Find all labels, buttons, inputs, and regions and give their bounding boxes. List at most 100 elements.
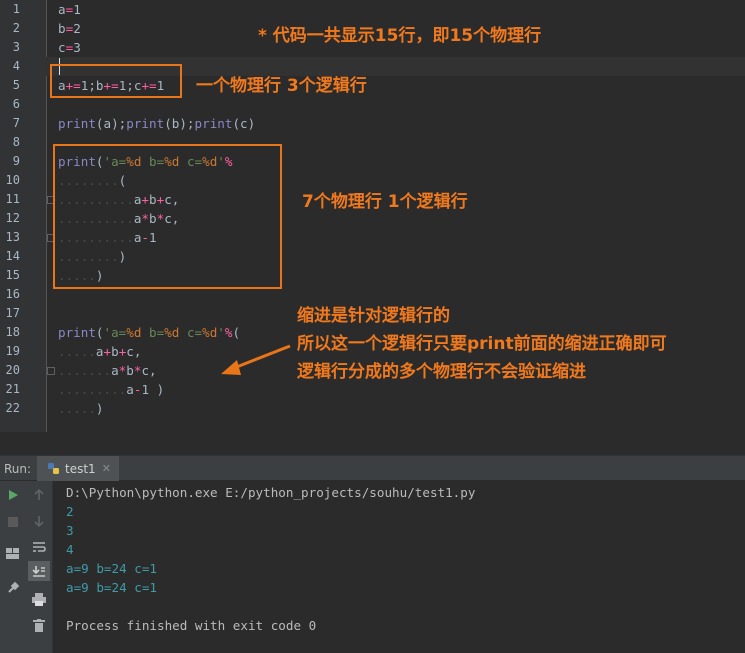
code-line[interactable]: .........a-1 ) — [58, 380, 164, 399]
line-number: 6 — [12, 97, 20, 111]
code-token: (c) — [232, 116, 256, 131]
run-label: Run: — [4, 462, 32, 476]
line-number: 18 — [5, 325, 20, 339]
code-line[interactable]: print(a);print(b);print(c) — [58, 114, 255, 133]
annotation-top: * 代码一共显示15行，即15个物理行 — [258, 26, 542, 46]
run-tab-label: test1 — [65, 461, 96, 476]
line-number: 15 — [5, 268, 20, 282]
line-number: 11 — [5, 192, 20, 206]
code-token: ..... — [58, 401, 96, 416]
code-token: b — [126, 363, 134, 378]
line-number: 8 — [12, 135, 20, 149]
up-icon[interactable] — [28, 485, 50, 505]
code-token: a — [58, 2, 66, 17]
code-token: 2 — [73, 21, 81, 36]
output-line: Process finished with exit code 0 — [66, 618, 317, 633]
code-line[interactable]: .....) — [58, 399, 104, 418]
line-number: 2 — [12, 21, 20, 35]
line-number: 4 — [12, 59, 20, 73]
code-editor[interactable]: 1 2 3 4 5 6 7 8 9 10 11 12 13 14 15 16 17 18 19 20 21 22 a=1 b… — [0, 0, 745, 432]
output-line: D:\Python\python.exe E:/python_projects/… — [66, 485, 476, 500]
down-icon[interactable] — [28, 511, 50, 531]
annotation-line5: 一个物理行 3个逻辑行 — [196, 76, 367, 96]
line-number: 10 — [5, 173, 20, 187]
stop-icon[interactable] — [2, 512, 24, 532]
run-panel-header: Run: test1 ✕ — [0, 455, 745, 481]
fold-marker-icon[interactable] — [47, 367, 55, 375]
annotation-block: 7个物理行 1个逻辑行 — [302, 192, 468, 212]
run-icon[interactable] — [2, 485, 24, 505]
annotation-indent-1: 缩进是针对逻辑行的 — [297, 306, 450, 326]
trash-icon[interactable] — [28, 615, 50, 635]
code-token: ( — [95, 325, 104, 340]
code-token: a — [111, 363, 119, 378]
code-token: ( — [232, 325, 241, 340]
line-number: 21 — [5, 382, 20, 396]
annotation-indent-2: 所以这一个逻辑行只要print前面的缩进正确即可 — [297, 334, 667, 354]
line-number: 13 — [5, 230, 20, 244]
code-token: b — [111, 344, 119, 359]
code-token: 3 — [73, 40, 81, 55]
code-token: 'a= — [103, 325, 127, 340]
code-line[interactable]: print('a=%d b=%d c=%d'%( — [58, 323, 240, 342]
code-token: c — [58, 40, 66, 55]
code-token: (b); — [164, 116, 195, 131]
code-token: print — [58, 116, 96, 131]
line-gutter: 1 2 3 4 5 6 7 8 9 10 11 12 13 14 15 16 17 18 19 20 21 22 — [0, 0, 47, 432]
line-number: 5 — [12, 78, 20, 92]
code-token: b= — [141, 325, 165, 340]
code-token: ......... — [58, 382, 127, 397]
output-line: a=9 b=24 c=1 — [66, 580, 157, 595]
pin-icon[interactable] — [2, 578, 24, 598]
code-token: ..... — [58, 344, 96, 359]
annotation-indent-3: 逻辑行分成的多个物理行不会验证缩进 — [297, 362, 586, 382]
line-number: 20 — [5, 363, 20, 377]
code-token: ) — [95, 401, 104, 416]
output-line: 2 — [66, 504, 74, 519]
editor-bottom-space — [0, 432, 745, 455]
line-number: 12 — [5, 211, 20, 225]
code-line[interactable]: b=2 — [58, 19, 81, 38]
line-number: 7 — [12, 116, 20, 130]
line-number: 22 — [5, 401, 20, 415]
python-icon — [48, 462, 59, 474]
run-toolbar-secondary — [26, 481, 53, 653]
output-line: 3 — [66, 523, 74, 538]
code-token: c, — [126, 344, 142, 359]
code-token: print — [126, 116, 165, 131]
code-line[interactable]: c=3 — [58, 38, 81, 57]
code-line[interactable]: a=1 — [58, 0, 81, 19]
run-tab-test1[interactable]: test1 ✕ — [37, 456, 119, 481]
code-line[interactable]: .......a*b*c, — [58, 361, 157, 380]
scroll-to-end-icon[interactable] — [28, 561, 50, 581]
code-token: print — [194, 116, 233, 131]
line-number: 14 — [5, 249, 20, 263]
layout-icon[interactable] — [2, 544, 24, 564]
output-line: a=9 b=24 c=1 — [66, 561, 157, 576]
line-number: 1 — [12, 2, 20, 16]
code-token: print — [58, 325, 96, 340]
code-token: b — [58, 21, 66, 36]
close-icon[interactable]: ✕ — [102, 462, 111, 475]
code-token: a — [126, 382, 134, 397]
run-output[interactable]: D:\Python\python.exe E:/python_projects/… — [0, 481, 745, 653]
code-token: a — [95, 344, 104, 359]
output-line: 4 — [66, 542, 74, 557]
run-toolbar-primary — [0, 481, 27, 653]
code-token: (a); — [95, 116, 127, 131]
code-token: %d — [164, 325, 180, 340]
code-line[interactable]: .....a+b+c, — [58, 342, 141, 361]
code-token: ' — [217, 325, 225, 340]
code-token: 1 — [73, 2, 81, 17]
line-number: 17 — [5, 306, 20, 320]
line-number: 3 — [12, 40, 20, 54]
soft-wrap-icon[interactable] — [28, 537, 50, 557]
print-icon[interactable] — [28, 589, 50, 609]
code-token: c, — [141, 363, 157, 378]
line-number: 19 — [5, 344, 20, 358]
arrow-annotation-icon — [221, 344, 291, 375]
line-number: 16 — [5, 287, 20, 301]
code-token: + — [103, 344, 112, 359]
code-token: c= — [179, 325, 203, 340]
annotation-box-line5 — [50, 64, 182, 98]
